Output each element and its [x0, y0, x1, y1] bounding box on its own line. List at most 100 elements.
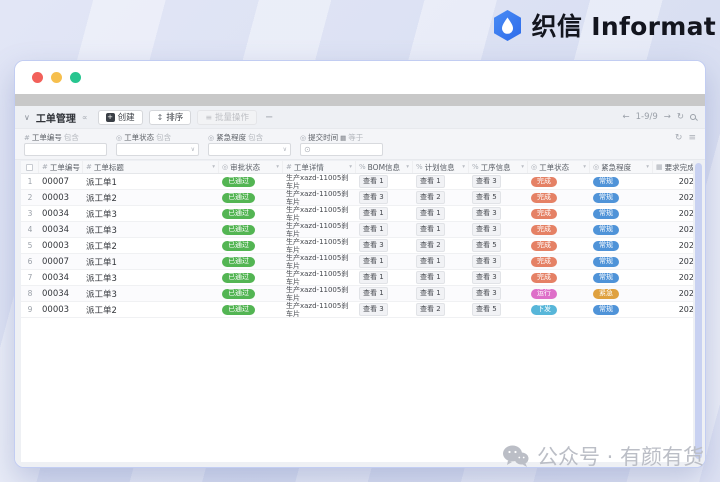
minimize-window-button[interactable]: [51, 72, 62, 83]
filter-input-1[interactable]: ∨: [116, 143, 199, 156]
refresh-icon[interactable]: ↻: [677, 112, 684, 122]
column-label: 计划信息: [424, 162, 455, 172]
approval-status-badge: 已通过: [222, 192, 255, 203]
table-row[interactable]: 5 00003 派工单2 已通过 生产xazd-11005刹车片 查看 3 查看 2 查看 5…: [21, 238, 693, 254]
column-header-4[interactable]: % BOM信息 ▾: [356, 161, 413, 173]
column-label: 工单详情: [293, 162, 324, 172]
plan-info-link[interactable]: 查看 2: [416, 303, 445, 316]
field-type-icon: %: [359, 163, 366, 171]
batch-actions-button[interactable]: ≡ 批量操作: [197, 109, 258, 125]
work-order-status-badge: 完成: [531, 208, 557, 219]
cell-order-detail: 生产xazd-11005刹车片: [283, 238, 356, 253]
filter-label: # 工单编号 包含: [24, 132, 107, 143]
column-header-9[interactable]: ▦要求完成时间: [653, 161, 693, 173]
urgency-badge: 紧急: [593, 288, 619, 299]
bom-info-link[interactable]: 查看 3: [359, 191, 388, 204]
process-info-link[interactable]: 查看 3: [472, 255, 501, 268]
cell-process: 查看 5: [469, 238, 528, 253]
column-header-2[interactable]: ◎ 审批状态 ▾: [219, 161, 283, 173]
plan-info-link[interactable]: 查看 1: [416, 287, 445, 300]
bom-info-link[interactable]: 查看 1: [359, 271, 388, 284]
cell-process: 查看 5: [469, 190, 528, 205]
table-row[interactable]: 1 00007 派工单1 已通过 生产xazd-11005刹车片 查看 1 查看 1 查看 3…: [21, 174, 693, 190]
bom-info-link[interactable]: 查看 3: [359, 239, 388, 252]
sort-button[interactable]: ↕ 排序: [148, 109, 192, 125]
vertical-scrollbar[interactable]: [695, 163, 702, 459]
table-header: #工单编号▾#工单标题▾◎审批状态▾#工单详情▾%BOM信息▾%计划信息▾%工序…: [21, 161, 693, 174]
filter-bar-actions: ↻ ≡: [675, 132, 696, 143]
cell-work-order-status: 完成: [528, 174, 590, 189]
select-all-checkbox[interactable]: [21, 161, 39, 173]
filter-label: ◎ 工单状态 包含: [116, 132, 199, 143]
search-icon[interactable]: [690, 114, 696, 120]
more-icon[interactable]: −: [265, 112, 273, 123]
column-header-3[interactable]: # 工单详情 ▾: [283, 161, 356, 173]
table-row[interactable]: 2 00003 派工单2 已通过 生产xazd-11005刹车片 查看 3 查看 2 查看 5…: [21, 190, 693, 206]
filter-operator[interactable]: 包含: [64, 132, 79, 143]
bom-info-link[interactable]: 查看 1: [359, 175, 388, 188]
chevron-down-icon: ▾: [212, 164, 215, 170]
collapse-view-icon[interactable]: ∨: [24, 113, 30, 122]
column-label: 工单编号: [49, 162, 80, 172]
table-row[interactable]: 8 00034 派工单3 已通过 生产xazd-11005刹车片 查看 1 查看 1 查看 3…: [21, 286, 693, 302]
order-detail-text: 生产xazd-11005刹车片: [286, 174, 349, 189]
cell-bom: 查看 3: [356, 238, 413, 253]
bom-info-link[interactable]: 查看 1: [359, 287, 388, 300]
create-button[interactable]: + 创建: [97, 109, 143, 125]
filter-collapse-icon[interactable]: ≡: [688, 133, 696, 143]
cell-order-detail: 生产xazd-11005刹车片: [283, 206, 356, 221]
plan-info-link[interactable]: 查看 1: [416, 271, 445, 284]
filter-refresh-icon[interactable]: ↻: [675, 133, 683, 143]
filter-input-3[interactable]: ⊙: [300, 143, 383, 156]
table-row[interactable]: 4 00034 派工单3 已通过 生产xazd-11005刹车片 查看 1 查看 1 查看 3…: [21, 222, 693, 238]
column-header-5[interactable]: % 计划信息 ▾: [413, 161, 469, 173]
bom-info-link[interactable]: 查看 1: [359, 207, 388, 220]
process-info-link[interactable]: 查看 5: [472, 191, 501, 204]
prev-page-button[interactable]: ←: [622, 112, 629, 122]
process-info-link[interactable]: 查看 3: [472, 175, 501, 188]
filter-input-0[interactable]: [24, 143, 107, 156]
zoom-window-button[interactable]: [70, 72, 81, 83]
process-info-link[interactable]: 查看 3: [472, 207, 501, 220]
field-type-icon: ◎: [531, 163, 538, 171]
process-info-link[interactable]: 查看 3: [472, 223, 501, 236]
plan-info-link[interactable]: 查看 1: [416, 223, 445, 236]
close-window-button[interactable]: [32, 72, 43, 83]
column-header-8[interactable]: ◎ 紧急程度 ▾: [590, 161, 653, 173]
table-row[interactable]: 6 00007 派工单1 已通过 生产xazd-11005刹车片 查看 1 查看 1 查看 3…: [21, 254, 693, 270]
settings-icon[interactable]: ∝: [82, 113, 88, 122]
field-type-icon: #: [286, 163, 292, 171]
column-header-7[interactable]: ◎ 工单状态 ▾: [528, 161, 590, 173]
column-header-6[interactable]: % 工序信息 ▾: [469, 161, 528, 173]
field-type-icon: ◎: [593, 163, 600, 171]
filter-operator[interactable]: 等于: [348, 132, 363, 143]
bom-info-link[interactable]: 查看 1: [359, 223, 388, 236]
bom-info-link[interactable]: 查看 3: [359, 303, 388, 316]
table-row[interactable]: 3 00034 派工单3 已通过 生产xazd-11005刹车片 查看 1 查看 1 查看 3…: [21, 206, 693, 222]
bom-info-link[interactable]: 查看 1: [359, 255, 388, 268]
filter-operator[interactable]: 包含: [248, 132, 263, 143]
sort-icon: ↕: [156, 112, 164, 122]
plan-info-link[interactable]: 查看 1: [416, 175, 445, 188]
next-page-button[interactable]: →: [664, 112, 671, 122]
chevron-down-icon: ▾: [406, 164, 409, 170]
filter-operator[interactable]: 包含: [156, 132, 171, 143]
plan-info-link[interactable]: 查看 1: [416, 207, 445, 220]
column-label: 要求完成时间: [664, 162, 693, 172]
process-info-link[interactable]: 查看 3: [472, 271, 501, 284]
column-label: 审批状态: [230, 162, 261, 172]
table-row[interactable]: 9 00003 派工单2 已通过 生产xazd-11005刹车片 查看 3 查看 2 查看 5…: [21, 302, 693, 318]
process-info-link[interactable]: 查看 5: [472, 303, 501, 316]
plan-info-link[interactable]: 查看 2: [416, 191, 445, 204]
approval-status-badge: 已通过: [222, 208, 255, 219]
table-row[interactable]: 7 00034 派工单3 已通过 生产xazd-11005刹车片 查看 1 查看 1 查看 3…: [21, 270, 693, 286]
process-info-link[interactable]: 查看 3: [472, 287, 501, 300]
plan-info-link[interactable]: 查看 1: [416, 255, 445, 268]
filter-2: ◎ 紧急程度 包含 ∨: [208, 132, 291, 156]
process-info-link[interactable]: 查看 5: [472, 239, 501, 252]
column-header-1[interactable]: # 工单标题 ▾: [83, 161, 219, 173]
plan-info-link[interactable]: 查看 2: [416, 239, 445, 252]
filter-input-2[interactable]: ∨: [208, 143, 291, 156]
work-order-status-badge: 完成: [531, 224, 557, 235]
column-header-0[interactable]: #工单编号▾: [39, 161, 83, 173]
